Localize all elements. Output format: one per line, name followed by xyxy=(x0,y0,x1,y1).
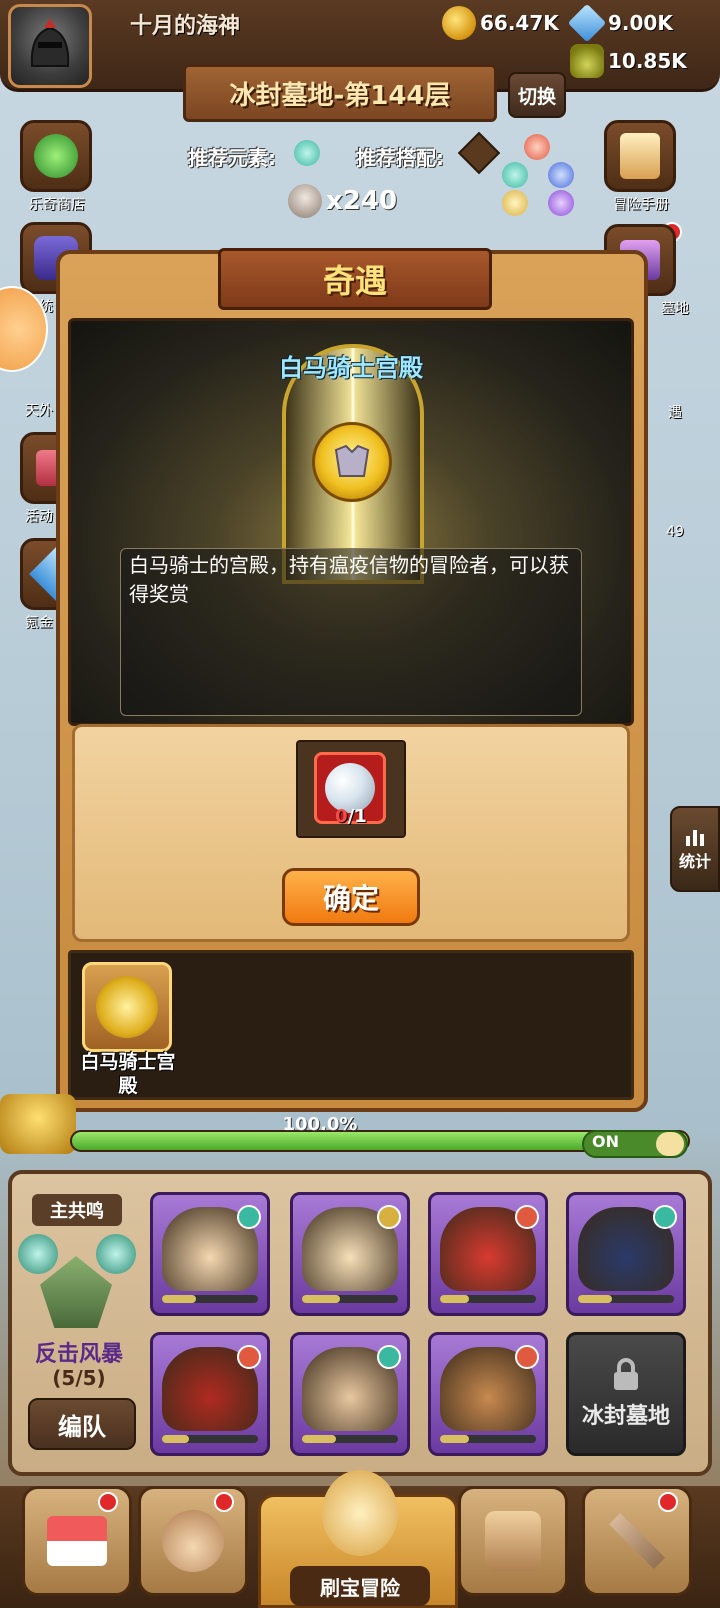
player-name: 十月的海神 xyxy=(130,14,241,39)
water-element-icon xyxy=(548,162,574,188)
scene-title: 白马骑士宫殿 xyxy=(279,354,423,382)
dialog-title: 奇遇 xyxy=(218,248,492,310)
potion-icon xyxy=(570,44,604,78)
potion-value: 10.85K xyxy=(608,49,687,73)
locked-slot-label: 冰封墓地 xyxy=(581,1404,670,1429)
hero-exp-bar xyxy=(302,1295,398,1303)
hero-king-card[interactable] xyxy=(290,1192,410,1316)
dark-element-icon xyxy=(548,190,574,216)
wind-element-icon-2 xyxy=(502,162,528,188)
shop-icon xyxy=(47,1516,107,1566)
nav-adventure-label: 刷宝冒险 xyxy=(290,1566,430,1606)
skill-count: (5/5) xyxy=(52,1366,106,1390)
backpack-icon xyxy=(485,1511,541,1571)
sidebar-label-shop: 乐奇商店 xyxy=(29,197,85,213)
hero-exp-bar xyxy=(162,1295,258,1303)
recommend-element-label: 推荐元素: xyxy=(188,146,276,170)
formation-button[interactable]: 编队 xyxy=(28,1398,136,1450)
item-owned-count: 0 xyxy=(335,806,348,827)
hero-turban-card[interactable] xyxy=(428,1332,548,1456)
stats-button[interactable]: 统计 xyxy=(670,806,720,892)
gold-coin-icon xyxy=(442,6,476,40)
confirm-button[interactable]: 确定 xyxy=(282,868,420,926)
switch-stage-button[interactable]: 切换 xyxy=(508,72,566,118)
clover-icon xyxy=(34,134,78,178)
wind-badge-icon xyxy=(18,1234,58,1274)
lock-icon xyxy=(614,1358,638,1390)
toggle-knob[interactable] xyxy=(656,1132,684,1156)
alert-diamond-icon[interactable] xyxy=(457,131,501,175)
gem-value: 9.00K xyxy=(608,11,673,35)
wind-badge-icon-2 xyxy=(96,1234,136,1274)
sidebar-item-handbook[interactable] xyxy=(604,120,676,192)
progress-text: 100.0% xyxy=(282,1114,358,1135)
knight-emblem-icon xyxy=(312,422,392,502)
gem-counter[interactable]: 9.00K xyxy=(567,3,673,43)
hero-exp-fill xyxy=(302,1435,336,1443)
adventure-icon xyxy=(322,1470,398,1556)
hero-exp-bar xyxy=(578,1295,674,1303)
hero-demon-card[interactable] xyxy=(428,1192,548,1316)
fire-element-icon xyxy=(524,134,550,160)
hero-exp-fill xyxy=(440,1435,469,1443)
sidebar-label-handbook: 冒险手册 xyxy=(613,197,669,213)
hero-exp-fill xyxy=(162,1435,189,1443)
potion-counter[interactable]: 10.85K xyxy=(570,44,687,78)
hero-exp-bar xyxy=(162,1435,258,1443)
gem-icon xyxy=(567,3,607,43)
hero-soldier-card[interactable] xyxy=(290,1332,410,1456)
hero-exp-fill xyxy=(578,1295,612,1303)
hero-exp-fill xyxy=(440,1295,469,1303)
hero-samurai-card[interactable] xyxy=(150,1192,270,1316)
scroll-icon xyxy=(620,133,660,179)
recommend-combo-label: 推荐搭配: xyxy=(356,146,444,170)
knight-helmet-icon xyxy=(30,18,70,67)
hero-pirate-card[interactable] xyxy=(566,1192,686,1316)
forge-icon xyxy=(609,1513,665,1569)
gold-value: 66.47K xyxy=(480,11,559,35)
stage-title: 冰封墓地-第144层 xyxy=(183,64,497,122)
notification-dot-heroes xyxy=(214,1492,234,1512)
fire-element-icon xyxy=(515,1345,539,1369)
knight-emblem-icon-small xyxy=(96,976,158,1038)
skill-name: 反击风暴 xyxy=(34,1342,123,1367)
notification-dot-forge xyxy=(658,1492,678,1512)
fire-element-icon xyxy=(515,1205,539,1229)
player-avatar[interactable] xyxy=(8,4,92,88)
hero-exp-fill xyxy=(162,1295,196,1303)
encounter-list-label: 白马骑士宫殿 xyxy=(80,1051,176,1097)
armor-icon xyxy=(334,444,370,477)
light-element-icon xyxy=(502,190,528,216)
leader-resonance-label: 主共鸣 xyxy=(32,1194,122,1226)
wind-element-icon xyxy=(294,140,320,166)
toggle-label: ON xyxy=(592,1132,619,1151)
hero-exp-bar xyxy=(440,1295,536,1303)
wind-element-icon xyxy=(237,1205,261,1229)
wind-element-icon xyxy=(377,1345,401,1369)
hero-exp-bar xyxy=(302,1435,398,1443)
hero-exp-fill xyxy=(302,1295,341,1303)
encounter-list-item[interactable] xyxy=(82,962,172,1052)
skull-icon xyxy=(288,184,322,218)
sidebar-item-shop[interactable] xyxy=(20,120,92,192)
gold-counter[interactable]: 66.47K xyxy=(442,6,559,40)
treasure-chest-icon[interactable] xyxy=(0,1094,76,1154)
fire-element-icon xyxy=(237,1345,261,1369)
wind-element-icon xyxy=(653,1205,677,1229)
stats-label: 统计 xyxy=(678,852,711,871)
hero-oni-card[interactable] xyxy=(150,1332,270,1456)
encounter-description: 白马骑士的宫殿，持有瘟疫信物的冒险者，可以获得奖赏 xyxy=(120,548,582,716)
light-element-icon xyxy=(377,1205,401,1229)
item-count: 0/1 xyxy=(296,806,406,827)
locked-hero-slot[interactable]: 冰封墓地 xyxy=(566,1332,686,1456)
item-required-count: /1 xyxy=(347,806,367,827)
nav-backpack[interactable] xyxy=(458,1486,568,1596)
bar-chart-icon xyxy=(686,830,704,846)
skull-count: x240 xyxy=(326,186,398,216)
notification-dot-shop xyxy=(98,1492,118,1512)
hero-exp-bar xyxy=(440,1435,536,1443)
hero-icon xyxy=(162,1510,224,1572)
